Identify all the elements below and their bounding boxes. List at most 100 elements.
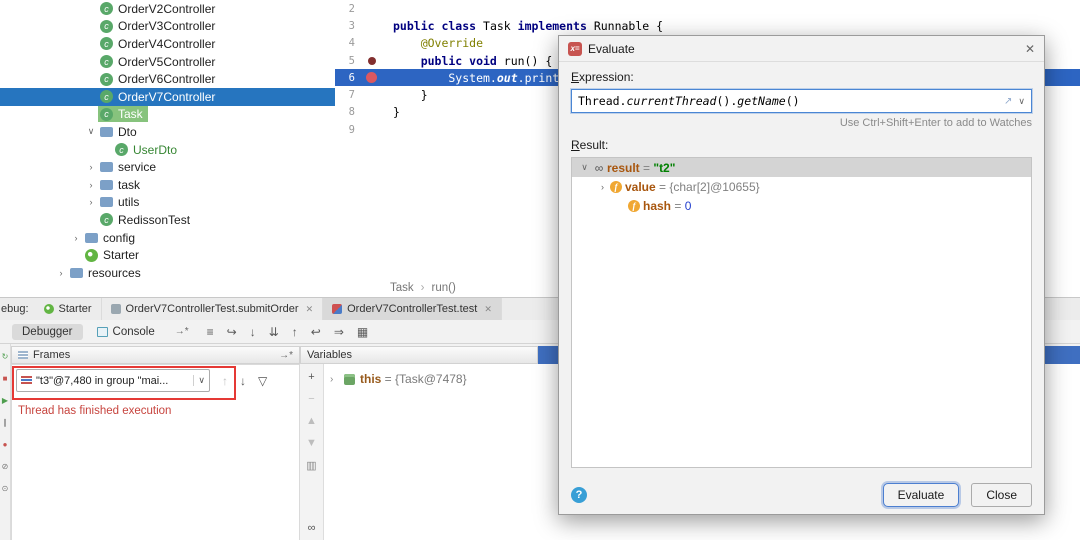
evaluate-icon: x= — [568, 41, 582, 56]
session-tab-OrderV7ControllerTest.test[interactable]: OrderV7ControllerTest.test ✕ — [323, 298, 502, 320]
close-tab-icon[interactable]: ✕ — [306, 304, 314, 315]
expand-icon[interactable]: ↗ — [1004, 96, 1012, 107]
pause-icon[interactable]: ∥ — [3, 418, 7, 427]
spring-icon — [43, 304, 54, 314]
code-line-3[interactable]: 3 public class Task implements Runnable { — [335, 17, 1080, 34]
breadcrumb-method[interactable]: run() — [432, 282, 456, 294]
chevron-down-icon[interactable]: ∨ — [193, 375, 205, 386]
field-icon: f — [610, 180, 622, 193]
force-step-into-icon[interactable]: ⇊ — [269, 325, 279, 339]
chevron-right-icon[interactable]: › — [84, 197, 98, 207]
code-line-2[interactable]: 2 — [335, 0, 1080, 17]
chevron-right-icon[interactable]: › — [84, 180, 98, 190]
tree-item-RedissonTest[interactable]: c RedissonTest — [0, 211, 335, 229]
step-into-icon[interactable]: ↓ — [250, 325, 256, 339]
variable-name: result — [607, 160, 640, 175]
dialog-titlebar[interactable]: x= Evaluate ✕ — [559, 36, 1044, 62]
scroll-to-end-icon[interactable]: →* — [175, 326, 189, 337]
move-watch-down-icon[interactable]: ▼ — [306, 437, 317, 449]
expression-input[interactable]: Thread.currentThread().getName() ↗ ∨ — [571, 89, 1032, 113]
variable-value: {Task@7478} — [395, 372, 467, 386]
step-out-icon[interactable]: ↑ — [292, 325, 298, 339]
tree-item-OrderV7Controller[interactable]: c OrderV7Controller — [0, 87, 335, 106]
code-text: } — [393, 105, 400, 120]
chevron-right-icon[interactable]: › — [69, 233, 83, 243]
tree-item-task[interactable]: › task — [0, 176, 335, 194]
view-breakpoints-icon[interactable]: ● — [3, 440, 8, 449]
view-breakpoints-grid-icon[interactable]: ▦ — [357, 325, 368, 339]
mute-breakpoints-icon[interactable]: ⊘ — [2, 462, 9, 471]
line-number: 7 — [348, 89, 355, 102]
line-number: 8 — [348, 106, 355, 119]
tree-item-OrderV6Controller[interactable]: c OrderV6Controller — [0, 70, 335, 88]
resume-icon[interactable]: ▶ — [2, 396, 8, 405]
result-row-value[interactable]: › f value = {char[2]@10655} — [572, 177, 1031, 196]
duplicate-watch-icon[interactable]: ▥ — [306, 459, 316, 472]
chevron-right-icon[interactable]: › — [54, 268, 68, 278]
move-watch-up-icon[interactable]: ▲ — [306, 415, 317, 427]
chevron-right-icon[interactable]: › — [596, 182, 609, 192]
tree-item-OrderV4Controller[interactable]: c OrderV4Controller — [0, 35, 335, 53]
tree-item-label: OrderV7Controller — [118, 89, 216, 104]
tree-item-label: Dto — [118, 124, 137, 139]
variable-value: 0 — [684, 198, 692, 213]
drop-frame-icon[interactable]: ↩ — [311, 325, 321, 339]
tab-debugger[interactable]: Debugger — [12, 323, 83, 340]
tree-item-Task[interactable]: c Task — [0, 106, 335, 124]
add-watch-icon[interactable]: + — [308, 371, 314, 383]
frames-options-icon[interactable]: →* — [279, 350, 293, 361]
show-execution-point-icon[interactable]: ≡ — [207, 325, 214, 339]
class-icon: c — [100, 72, 113, 86]
tree-item-resources[interactable]: › resources — [0, 264, 335, 282]
tree-item-UserDto[interactable]: c UserDto — [0, 141, 335, 159]
class-icon: c — [100, 213, 113, 227]
next-frame-icon[interactable]: ↓ — [240, 374, 246, 388]
breakpoint-icon[interactable] — [366, 72, 377, 84]
gutter — [357, 121, 393, 138]
tree-item-content: c OrderV2Controller — [98, 1, 220, 17]
tree-item-Starter[interactable]: Starter — [0, 246, 335, 264]
chevron-down-icon[interactable]: ∨ — [578, 162, 591, 173]
tree-item-content: c OrderV4Controller — [98, 36, 220, 52]
class-icon: c — [100, 107, 113, 121]
evaluate-button[interactable]: Evaluate — [882, 483, 960, 507]
session-tab-OrderV7ControllerTest.submitOrder[interactable]: OrderV7ControllerTest.submitOrder ✕ — [102, 298, 324, 320]
close-tab-icon[interactable]: ✕ — [484, 304, 492, 315]
class-icon: c — [100, 55, 113, 69]
thread-selector-value: "t3"@7,480 in group "mai... — [36, 374, 169, 387]
folder-icon — [100, 197, 113, 208]
result-row-hash[interactable]: f hash = 0 — [572, 196, 1031, 215]
close-icon[interactable]: ✕ — [1025, 42, 1035, 56]
close-button[interactable]: Close — [971, 483, 1032, 507]
filter-icon[interactable]: ▽ — [258, 374, 267, 388]
tree-item-utils[interactable]: › utils — [0, 194, 335, 212]
remove-watch-icon[interactable]: − — [308, 393, 314, 405]
chevron-right-icon[interactable]: › — [330, 374, 342, 385]
tree-item-content: c UserDto — [113, 142, 182, 158]
tab-console[interactable]: Console — [87, 324, 165, 340]
breadcrumb-class[interactable]: Task — [390, 282, 414, 294]
previous-frame-icon[interactable]: ↑ — [222, 374, 228, 388]
step-over-icon[interactable]: ↪ — [227, 325, 237, 339]
tree-item-OrderV5Controller[interactable]: c OrderV5Controller — [0, 53, 335, 71]
thread-selector[interactable]: "t3"@7,480 in group "mai... ∨ — [16, 369, 210, 392]
tree-item-Dto[interactable]: ∨ Dto — [0, 123, 335, 141]
chevron-down-icon[interactable]: ∨ — [1018, 96, 1025, 107]
run-to-cursor-icon[interactable]: ⇒ — [334, 325, 344, 339]
settings-icon[interactable]: ⊙ — [2, 484, 9, 493]
chevron-right-icon[interactable]: › — [84, 162, 98, 172]
help-icon[interactable]: ? — [571, 487, 587, 503]
rerun-icon[interactable]: ↻ — [2, 352, 9, 361]
evaluate-watches-icon[interactable]: ∞ — [308, 522, 316, 534]
result-row-result[interactable]: ∨ ∞ result = "t2" — [572, 158, 1031, 177]
tree-item-OrderV3Controller[interactable]: c OrderV3Controller — [0, 18, 335, 36]
tree-item-content: c RedissonTest — [98, 212, 195, 228]
stop-icon[interactable]: ■ — [3, 374, 8, 383]
tree-item-config[interactable]: › config — [0, 229, 335, 247]
tree-item-OrderV2Controller[interactable]: c OrderV2Controller — [0, 0, 335, 18]
session-tabs: Starter OrderV7ControllerTest.submitOrder… — [35, 298, 502, 320]
chevron-down-icon[interactable]: ∨ — [84, 126, 98, 137]
line-number: 9 — [348, 123, 355, 136]
tree-item-service[interactable]: › service — [0, 158, 335, 176]
session-tab-Starter[interactable]: Starter — [35, 298, 102, 320]
